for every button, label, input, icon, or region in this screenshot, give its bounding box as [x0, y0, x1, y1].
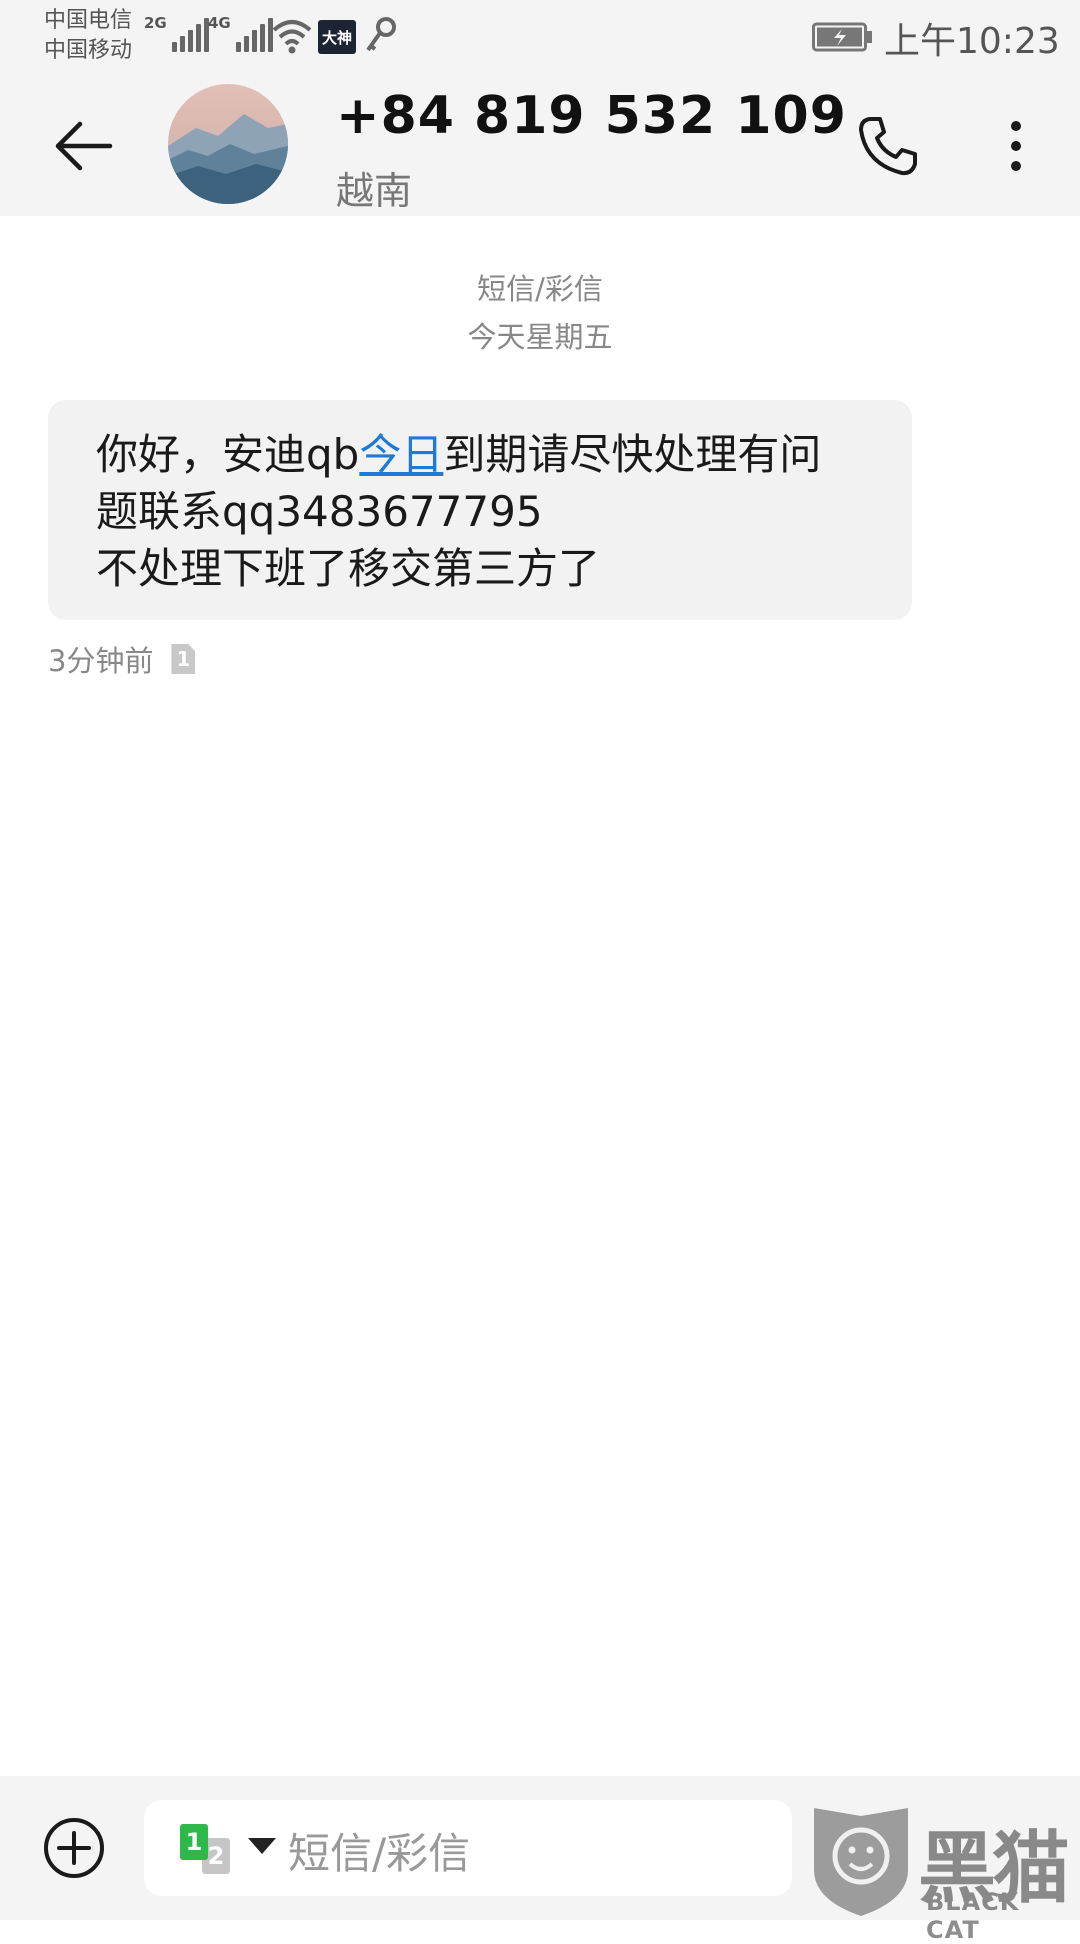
incoming-message-bubble[interactable]: 你好，安迪qb今日到期请尽快处理有问 题联系qq3483677795 不处理下班…: [48, 400, 912, 620]
message-timestamp: 3分钟前: [48, 644, 154, 678]
app-badge-icon: 大神: [318, 20, 356, 54]
date-separator: 今天星期五: [467, 320, 613, 354]
contact-number: +84 819 532 109: [336, 86, 847, 146]
more-vertical-icon-dot: [1011, 161, 1021, 171]
date-link[interactable]: 今日: [359, 430, 443, 479]
message-input[interactable]: 1 2 短信/彩信: [144, 1800, 792, 1896]
call-button[interactable]: [852, 110, 924, 182]
message-meta: 3分钟前 1: [48, 638, 196, 680]
network-type-1: 2G: [144, 14, 167, 32]
watermark-text-en: BLACK CAT: [926, 1888, 1020, 1944]
blackcat-watermark: 黑猫 BLACK CAT: [806, 1800, 1080, 1944]
signal-1-icon: 2G: [144, 14, 209, 52]
avatar-landscape-image: [168, 84, 288, 204]
contact-region: 越南: [336, 169, 413, 213]
message-text: 到期请尽快处理有问: [443, 430, 822, 479]
carrier-2: 中国移动: [44, 38, 133, 63]
cat-shield-logo-icon: [814, 1808, 908, 1916]
avatar[interactable]: [168, 84, 288, 204]
wifi-icon: [272, 20, 312, 54]
network-type-2: 4G: [208, 14, 231, 32]
message-line-2: 题联系qq3483677795: [96, 487, 543, 536]
back-button[interactable]: [48, 110, 120, 182]
channel-label: 短信/彩信: [477, 272, 603, 306]
sim-1-icon: 1: [180, 1824, 208, 1860]
phone-icon: [859, 117, 917, 176]
message-line-1: 你好，安迪qb今日到期请尽快处理有问: [96, 426, 864, 483]
attach-button[interactable]: [38, 1812, 110, 1884]
carrier-names: 中国电信 中国移动: [44, 6, 132, 66]
conversation-header: +84 819 532 109 越南: [0, 72, 1080, 216]
sim-card-icon: 1: [171, 644, 196, 674]
battery-charging-icon: [812, 22, 872, 52]
more-options-button[interactable]: [980, 110, 1052, 182]
arrow-left-icon: [55, 121, 113, 171]
message-line-3: 不处理下班了移交第三方了: [96, 544, 601, 593]
signal-2-icon: 4G: [208, 14, 273, 52]
more-vertical-icon-dot: [1011, 141, 1021, 151]
plus-circle-icon: [44, 1818, 104, 1878]
message-text: 你好，安迪qb: [96, 430, 360, 479]
message-input-placeholder: 短信/彩信: [288, 1829, 471, 1878]
key-icon: [366, 17, 396, 52]
clock: 上午10:23: [884, 21, 1060, 62]
status-bar: 中国电信 中国移动 2G 4G 大神 上午10:23: [0, 0, 1080, 72]
carrier-1: 中国电信: [44, 8, 133, 33]
sim-selector[interactable]: 1 2: [180, 1824, 240, 1876]
more-vertical-icon-dot: [1011, 121, 1021, 131]
chevron-down-icon[interactable]: [248, 1838, 276, 1854]
